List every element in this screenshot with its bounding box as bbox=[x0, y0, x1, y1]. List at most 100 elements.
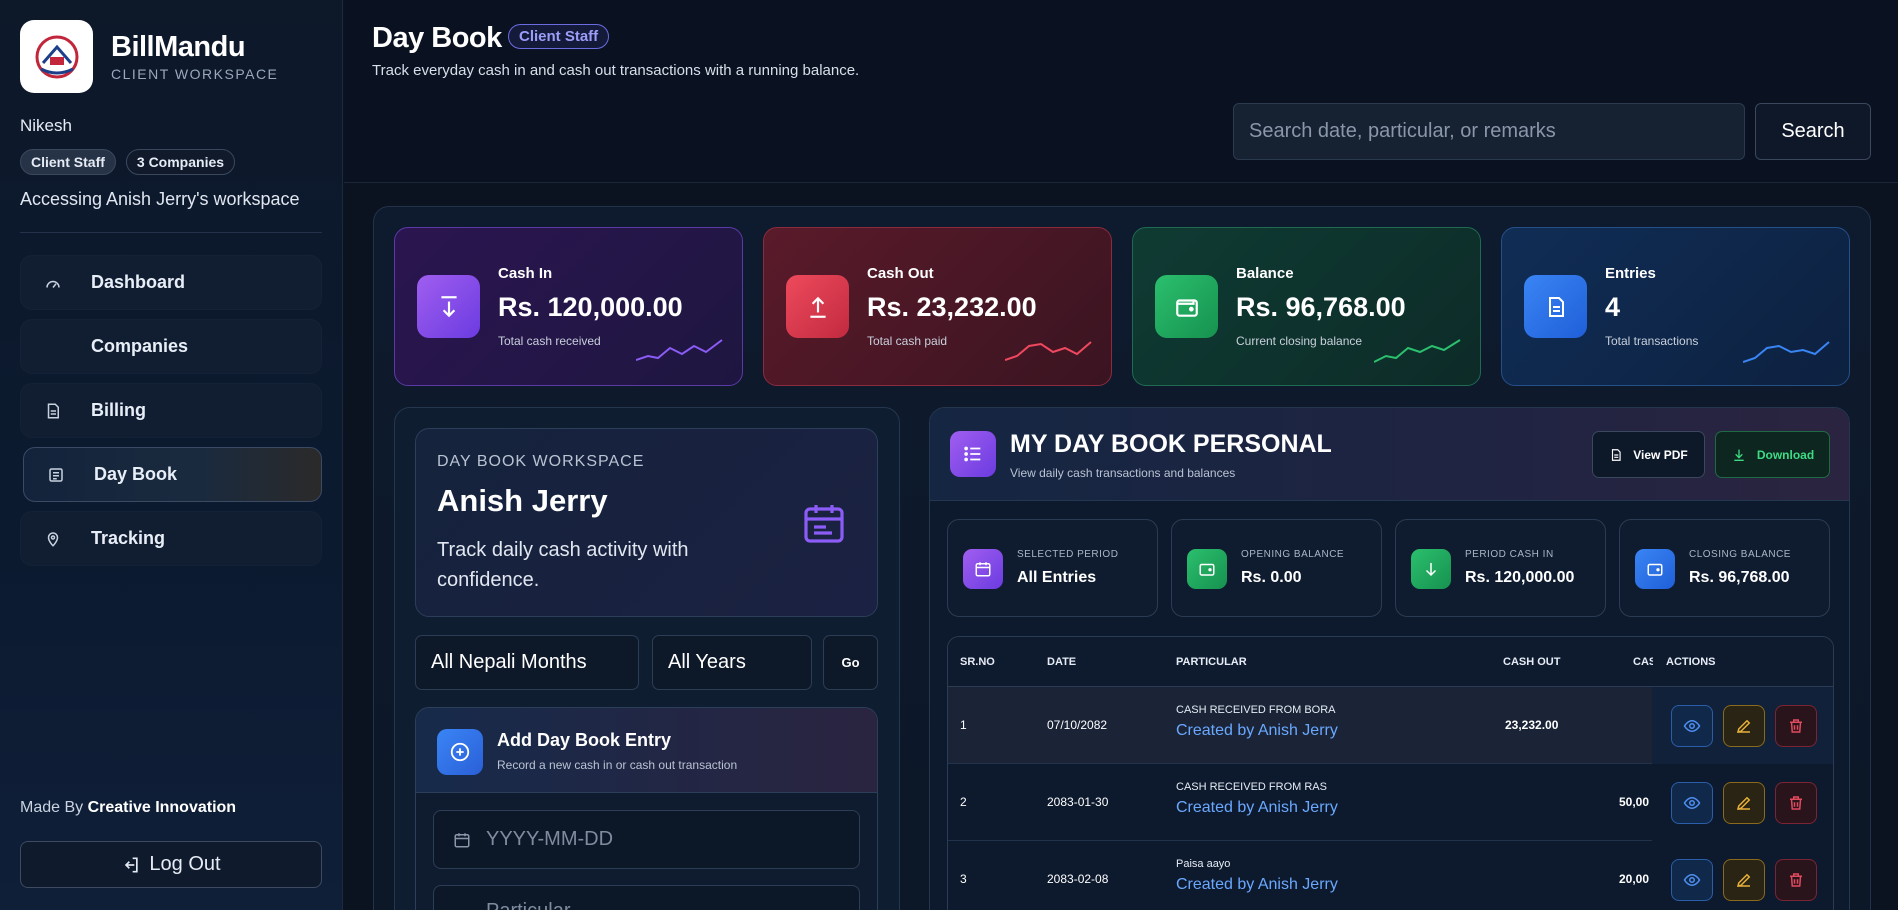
particular-text: CASH RECEIVED FROM BORA bbox=[1176, 704, 1336, 716]
add-entry-card: Add Day Book Entry Record a new cash in … bbox=[415, 707, 878, 910]
column-header-cash-in: CAS bbox=[1633, 656, 1653, 668]
companies-badge: 3 Companies bbox=[125, 149, 236, 175]
cell-cash-in: 50,00 bbox=[1619, 795, 1650, 809]
summary-label: CLOSING BALANCE bbox=[1689, 549, 1791, 560]
stat-label: Cash Out bbox=[867, 265, 934, 282]
table-row[interactable]: 3 2083-02-08 Paisa aayo Created by Anish… bbox=[948, 841, 1833, 910]
summary-value: Rs. 96,768.00 bbox=[1689, 569, 1790, 586]
delete-button[interactable] bbox=[1775, 859, 1817, 901]
page-header: Day Book Client Staff Track everyday cas… bbox=[344, 0, 1898, 183]
document-icon bbox=[43, 401, 63, 421]
sidebar-item-dashboard[interactable]: Dashboard bbox=[20, 255, 322, 310]
workspace-kicker: DAY BOOK WORKSPACE bbox=[437, 453, 645, 470]
summary-label: SELECTED PERIOD bbox=[1017, 549, 1119, 560]
delete-button[interactable] bbox=[1775, 705, 1817, 747]
year-select[interactable]: All Years bbox=[652, 635, 812, 690]
trash-icon bbox=[1790, 873, 1802, 887]
go-button[interactable]: Go bbox=[823, 635, 878, 690]
sidebar-item-day-book[interactable]: Day Book bbox=[23, 447, 322, 502]
column-header-actions: ACTIONS bbox=[1666, 656, 1716, 668]
stat-label: Cash In bbox=[498, 265, 553, 282]
list-icon bbox=[950, 431, 996, 477]
stat-value: Rs. 23,232.00 bbox=[867, 292, 1037, 322]
search-button[interactable]: Search bbox=[1755, 103, 1871, 160]
table-header: SR.NO DATE PARTICULAR CASH OUT CAS ACTIO… bbox=[948, 637, 1833, 687]
document-icon bbox=[1524, 275, 1587, 338]
search-input[interactable] bbox=[1233, 103, 1745, 160]
table-row[interactable]: 1 07/10/2082 CASH RECEIVED FROM BORA Cre… bbox=[948, 687, 1833, 764]
edit-button[interactable] bbox=[1723, 705, 1765, 747]
particular-text: CASH RECEIVED FROM RAS bbox=[1176, 781, 1327, 793]
eye-icon bbox=[1683, 719, 1701, 733]
stat-subtitle: Total cash paid bbox=[867, 334, 948, 348]
calendar-icon bbox=[963, 549, 1003, 589]
created-by-link[interactable]: Created by Anish Jerry bbox=[1176, 876, 1338, 894]
sidebar-item-label: Companies bbox=[91, 336, 189, 356]
month-select[interactable]: All Nepali Months bbox=[415, 635, 639, 690]
view-pdf-button[interactable]: View PDF bbox=[1592, 431, 1705, 478]
delete-button[interactable] bbox=[1775, 782, 1817, 824]
logout-label: Log Out bbox=[149, 853, 221, 875]
view-button[interactable] bbox=[1671, 782, 1713, 824]
day-book-table: SR.NO DATE PARTICULAR CASH OUT CAS ACTIO… bbox=[947, 636, 1834, 910]
sparkline bbox=[1743, 341, 1830, 363]
summary-value: Rs. 120,000.00 bbox=[1465, 569, 1575, 586]
created-by-link[interactable]: Created by Anish Jerry bbox=[1176, 799, 1338, 817]
particular-field[interactable]: Particular bbox=[433, 885, 860, 910]
date-placeholder: YYYY-MM-DD bbox=[486, 828, 614, 850]
pencil-icon bbox=[1736, 796, 1751, 811]
stat-card-cash-out: Cash Out Rs. 23,232.00 Total cash paid bbox=[763, 227, 1112, 386]
logout-button[interactable]: Log Out bbox=[20, 841, 322, 888]
stat-value: 4 bbox=[1605, 292, 1621, 322]
document-icon bbox=[1612, 448, 1621, 461]
wallet-icon bbox=[1187, 549, 1227, 589]
add-circle-icon bbox=[437, 729, 483, 775]
workspace-name: Anish Jerry bbox=[437, 483, 608, 518]
cell-particular: CASH RECEIVED FROM BORA Created by Anish… bbox=[1176, 704, 1338, 740]
calendar-icon bbox=[804, 505, 844, 543]
pencil-icon bbox=[1736, 719, 1751, 734]
cash-out-icon bbox=[786, 275, 849, 338]
sidebar-item-billing[interactable]: Billing bbox=[20, 383, 322, 438]
sidebar-divider bbox=[20, 232, 322, 233]
made-by: Made By Creative Innovation bbox=[20, 799, 236, 817]
summary-closing-balance: CLOSING BALANCE Rs. 96,768.00 bbox=[1619, 519, 1830, 617]
summary-value: All Entries bbox=[1017, 569, 1097, 586]
view-button[interactable] bbox=[1671, 859, 1713, 901]
summary-selected-period: SELECTED PERIOD All Entries bbox=[947, 519, 1158, 617]
day-book-title: MY DAY BOOK PERSONAL bbox=[1010, 430, 1332, 458]
calendar-icon bbox=[454, 833, 470, 848]
sparkline bbox=[1005, 341, 1092, 361]
download-button[interactable]: Download bbox=[1715, 431, 1830, 478]
cell-date: 07/10/2082 bbox=[1047, 718, 1108, 732]
summary-value: Rs. 0.00 bbox=[1241, 569, 1302, 586]
logout-icon bbox=[125, 857, 139, 872]
particular-placeholder: Particular bbox=[486, 900, 570, 910]
cell-cash-out: 23,232.00 bbox=[1505, 718, 1559, 732]
edit-button[interactable] bbox=[1723, 859, 1765, 901]
add-entry-title: Add Day Book Entry bbox=[497, 730, 672, 750]
ledger-icon bbox=[46, 465, 66, 485]
cell-sr: 1 bbox=[960, 718, 967, 732]
table-row[interactable]: 2 2083-01-30 CASH RECEIVED FROM RAS Crea… bbox=[948, 764, 1833, 841]
view-button[interactable] bbox=[1671, 705, 1713, 747]
sidebar-item-companies[interactable]: Companies bbox=[20, 319, 322, 374]
brand-logo bbox=[20, 20, 93, 93]
stat-label: Entries bbox=[1605, 265, 1656, 282]
stat-value: Rs. 120,000.00 bbox=[498, 292, 683, 322]
role-badge-header: Client Staff bbox=[508, 24, 610, 49]
user-name: Nikesh bbox=[20, 116, 72, 135]
brand[interactable]: BillMandu CLIENT WORKSPACE bbox=[20, 20, 278, 93]
created-by-link[interactable]: Created by Anish Jerry bbox=[1176, 722, 1338, 740]
eye-icon bbox=[1683, 873, 1701, 887]
sparkline bbox=[1374, 339, 1461, 363]
date-field[interactable]: YYYY-MM-DD bbox=[433, 810, 860, 869]
edit-button[interactable] bbox=[1723, 782, 1765, 824]
made-by-prefix: Made By bbox=[20, 799, 84, 816]
eye-icon bbox=[1683, 796, 1701, 810]
brand-subtitle: CLIENT WORKSPACE bbox=[111, 66, 279, 82]
sidebar-item-tracking[interactable]: Tracking bbox=[20, 511, 322, 566]
blank-icon bbox=[43, 337, 63, 357]
cell-sr: 3 bbox=[960, 872, 967, 886]
workspace-card: DAY BOOK WORKSPACE Anish Jerry Track dai… bbox=[415, 428, 878, 617]
